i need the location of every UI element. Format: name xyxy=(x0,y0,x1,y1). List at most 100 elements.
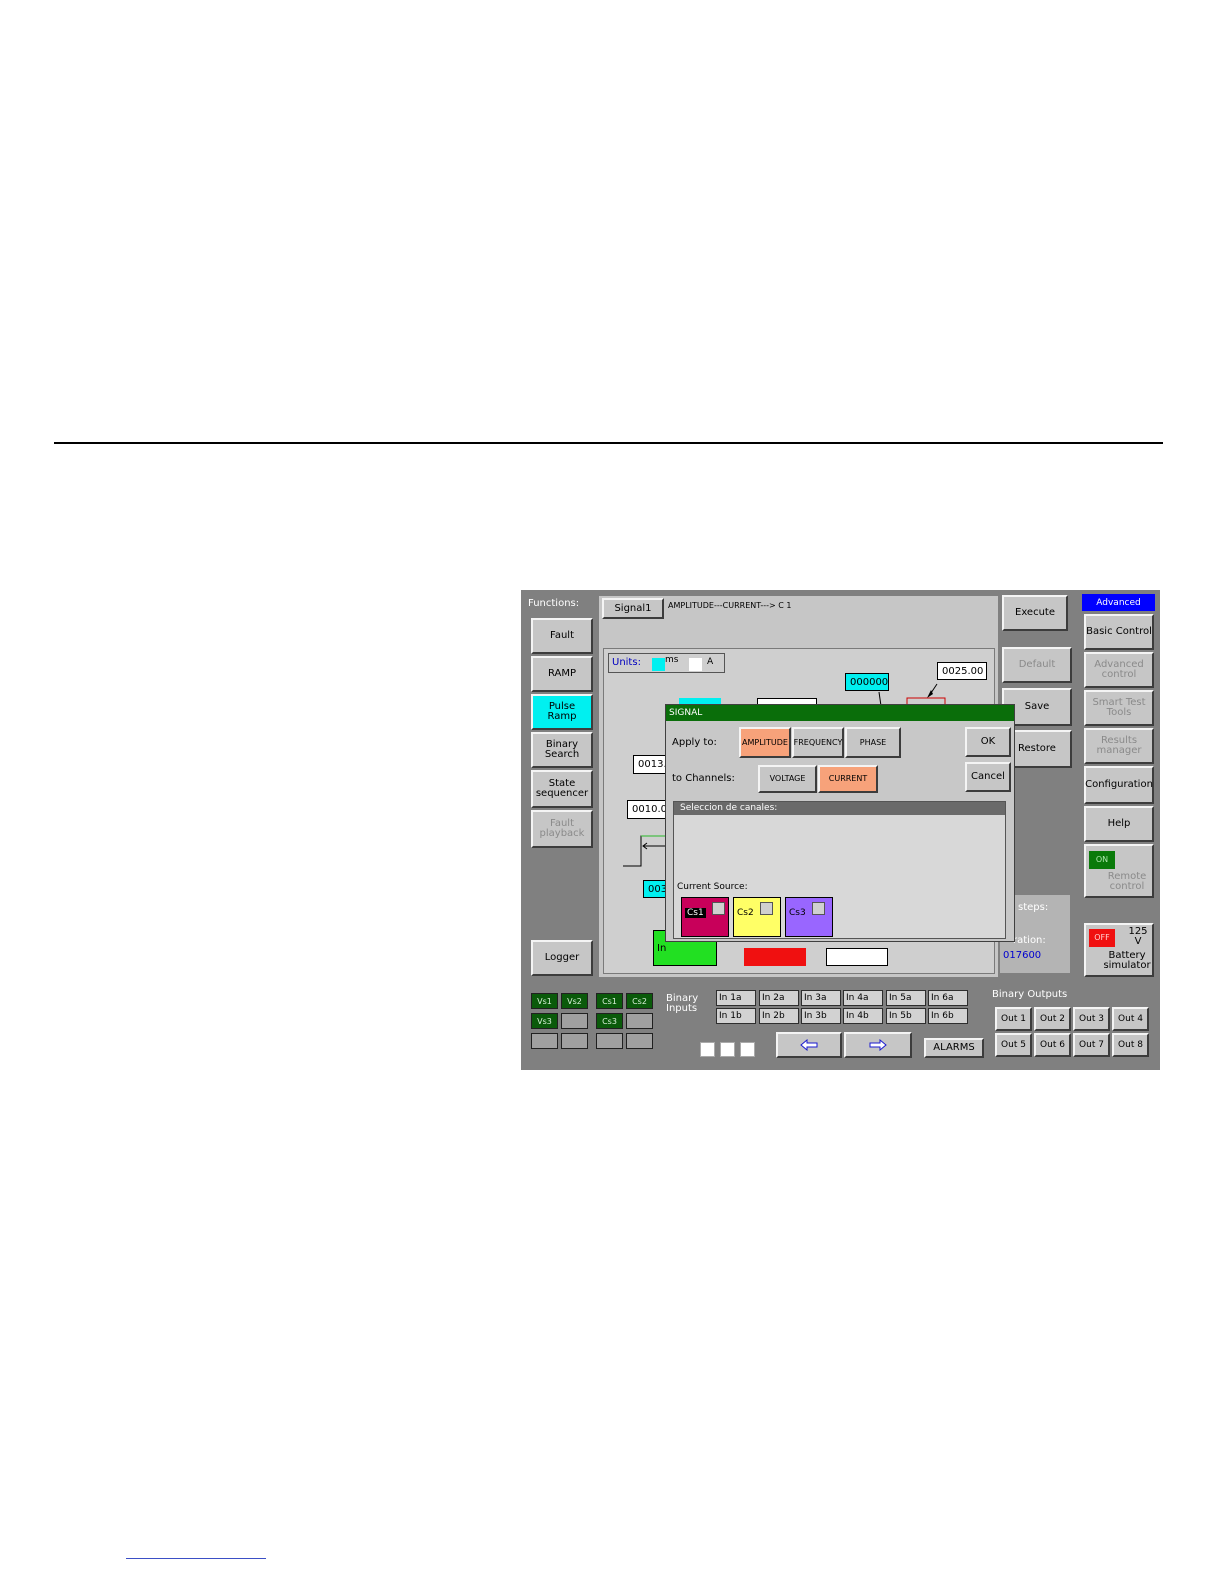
output-3[interactable]: Out 3 xyxy=(1073,1007,1110,1031)
output-8[interactable]: Out 8 xyxy=(1112,1033,1149,1057)
units-box: Units: ms A xyxy=(608,653,725,673)
smart-test-tools-button[interactable]: Smart Test Tools xyxy=(1084,690,1154,726)
function-state-sequencer-button[interactable]: State sequencer xyxy=(531,770,593,808)
units-ms-label: ms xyxy=(665,655,679,665)
source-cs1-label: Cs1 xyxy=(685,908,706,918)
binary-outputs-label: Binary Outputs xyxy=(992,989,1068,1000)
configuration-button[interactable]: Configuration xyxy=(1084,766,1154,804)
empty-indicator-5 xyxy=(596,1033,623,1049)
channel-current-button[interactable]: CURRENT xyxy=(818,765,878,793)
output-7[interactable]: Out 7 xyxy=(1073,1033,1110,1057)
apply-phase-button[interactable]: PHASE xyxy=(845,727,901,758)
battery-simulator-label: Battery simulator xyxy=(1103,950,1151,971)
input-6b[interactable]: In 6b xyxy=(928,1008,968,1024)
previous-button[interactable] xyxy=(776,1032,842,1058)
basic-control-button[interactable]: Basic Control xyxy=(1084,614,1154,650)
remote-indicator: ON xyxy=(1089,851,1115,869)
input-4b[interactable]: In 4b xyxy=(843,1008,883,1024)
empty-indicator-1 xyxy=(561,1013,588,1029)
input-3a[interactable]: In 3a xyxy=(801,990,841,1006)
source-cs3-checkbox[interactable] xyxy=(811,902,825,915)
input-6a[interactable]: In 6a xyxy=(928,990,968,1006)
empty-indicator-3 xyxy=(531,1033,558,1049)
output-5[interactable]: Out 5 xyxy=(995,1033,1032,1057)
input-3b[interactable]: In 3b xyxy=(801,1008,841,1024)
input-2b[interactable]: In 2b xyxy=(759,1008,799,1024)
vs2-indicator: Vs2 xyxy=(561,993,588,1009)
input-5a[interactable]: In 5a xyxy=(886,990,926,1006)
cs3-indicator: Cs3 xyxy=(596,1013,623,1029)
function-fault-playback-button[interactable]: Fault playback xyxy=(531,810,593,848)
function-fault-button[interactable]: Fault xyxy=(531,618,593,654)
status-square-3 xyxy=(740,1042,755,1057)
help-button[interactable]: Help xyxy=(1084,806,1154,842)
advanced-control-button[interactable]: Advanced control xyxy=(1084,652,1154,688)
channel-selection-group: Seleccion de canales: Current Source: Cs… xyxy=(673,801,1006,939)
vs3-indicator: Vs3 xyxy=(531,1013,558,1029)
diagram-red-box xyxy=(744,948,806,966)
current-source-label: Current Source: xyxy=(677,882,748,892)
remote-control-label: Remote control xyxy=(1107,871,1147,892)
input-5b[interactable]: In 5b xyxy=(886,1008,926,1024)
empty-indicator-6 xyxy=(626,1033,653,1049)
cs2-indicator: Cs2 xyxy=(626,993,653,1009)
right-arrow-icon xyxy=(869,1039,887,1051)
input-1b[interactable]: In 1b xyxy=(716,1008,756,1024)
default-button[interactable]: Default xyxy=(1002,647,1072,683)
cs1-indicator: Cs1 xyxy=(596,993,623,1009)
input-1a[interactable]: In 1a xyxy=(716,990,756,1006)
apply-to-label: Apply to: xyxy=(672,737,717,748)
output-4[interactable]: Out 4 xyxy=(1112,1007,1149,1031)
signal-path-text: AMPLITUDE---CURRENT---> C 1 xyxy=(668,601,792,610)
function-ramp-button[interactable]: RAMP xyxy=(531,656,593,692)
functions-title: Functions: xyxy=(528,598,580,609)
duration-value: 017600 xyxy=(1003,950,1042,961)
empty-indicator-4 xyxy=(561,1033,588,1049)
diagram-field-top-right[interactable]: 0025.00 xyxy=(937,662,987,680)
source-cs2-checkbox[interactable] xyxy=(759,902,773,915)
steps-label: steps: xyxy=(1018,902,1049,913)
input-4a[interactable]: In 4a xyxy=(843,990,883,1006)
output-6[interactable]: Out 6 xyxy=(1034,1033,1071,1057)
source-cs3-label: Cs3 xyxy=(789,908,806,918)
diagram-green-box-label: In xyxy=(657,943,667,954)
source-cs2-label: Cs2 xyxy=(737,908,754,918)
duration-label: ration: xyxy=(1013,935,1046,946)
input-2a[interactable]: In 2a xyxy=(759,990,799,1006)
battery-simulator-button[interactable]: OFF 125 V Battery simulator xyxy=(1084,923,1154,977)
remote-control-button[interactable]: ON Remote control xyxy=(1084,844,1154,898)
binary-inputs-label: Binary Inputs xyxy=(666,993,699,1014)
ok-button[interactable]: OK xyxy=(965,727,1011,757)
footnote-line xyxy=(126,1558,266,1559)
source-cs1-checkbox[interactable] xyxy=(711,902,725,915)
execute-button[interactable]: Execute xyxy=(1002,595,1068,631)
output-2[interactable]: Out 2 xyxy=(1034,1007,1071,1031)
signal-dialog: SIGNAL Apply to: AMPLITUDE FREQUENCY PHA… xyxy=(665,704,1015,942)
logger-button[interactable]: Logger xyxy=(531,940,593,976)
function-pulse-ramp-button[interactable]: Pulse Ramp xyxy=(531,694,593,730)
channel-voltage-button[interactable]: VOLTAGE xyxy=(758,765,817,793)
units-a-swatch[interactable] xyxy=(689,658,702,671)
status-square-2 xyxy=(720,1042,735,1057)
status-square-1 xyxy=(700,1042,715,1057)
empty-indicator-2 xyxy=(626,1013,653,1029)
function-binary-search-button[interactable]: Binary Search xyxy=(531,732,593,768)
units-ms-swatch[interactable] xyxy=(652,658,665,671)
app-screenshot: Functions: Fault RAMP Pulse Ramp Binary … xyxy=(521,590,1160,1070)
output-1[interactable]: Out 1 xyxy=(995,1007,1032,1031)
battery-voltage: 125 V xyxy=(1128,926,1148,947)
page-divider-line xyxy=(54,442,1163,444)
results-manager-button[interactable]: Results manager xyxy=(1084,728,1154,764)
source-cs2-toggle[interactable]: Cs2 xyxy=(733,897,781,937)
source-cs3-toggle[interactable]: Cs3 xyxy=(785,897,833,937)
to-channels-label: to Channels: xyxy=(672,773,735,784)
signal-button[interactable]: Signal1 xyxy=(602,598,664,619)
apply-frequency-button[interactable]: FREQUENCY xyxy=(792,727,844,758)
apply-amplitude-button[interactable]: AMPLITUDE xyxy=(739,727,791,758)
units-a-label: A xyxy=(707,657,714,667)
source-cs1-toggle[interactable]: Cs1 xyxy=(681,897,729,937)
cancel-button[interactable]: Cancel xyxy=(965,762,1011,792)
next-button[interactable] xyxy=(844,1032,912,1058)
vs1-indicator: Vs1 xyxy=(531,993,558,1009)
alarms-button[interactable]: ALARMS xyxy=(924,1038,984,1058)
